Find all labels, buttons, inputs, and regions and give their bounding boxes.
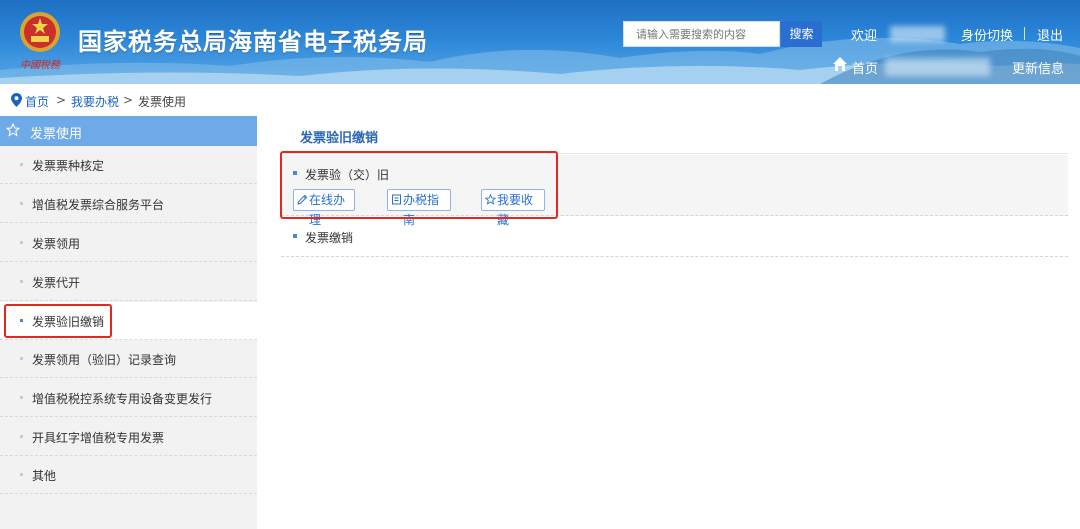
- sidebar-title: 发票使用: [30, 127, 83, 142]
- sidebar-item-label: 发票票种核定: [32, 159, 105, 173]
- sidebar-item-red-vat-invoice[interactable]: 开具红字增值税专用发票: [0, 418, 257, 456]
- breadcrumb-separator: >: [56, 93, 67, 107]
- sidebar-item-label: 发票代开: [32, 276, 81, 290]
- location-pin-icon: [11, 93, 22, 107]
- service-row-cancel[interactable]: [281, 216, 1068, 257]
- redacted-username: [890, 26, 945, 42]
- svg-text:中國稅務: 中國稅務: [20, 59, 62, 71]
- breadcrumb-home[interactable]: 首页: [25, 93, 49, 110]
- sidebar-item-vat-invoice-platform[interactable]: 增值税发票综合服务平台: [0, 185, 257, 223]
- sidebar-item-label: 增值税发票综合服务平台: [32, 198, 165, 212]
- site-title: 国家税务总局海南省电子税务局: [78, 28, 428, 56]
- redacted-company: [885, 58, 990, 76]
- welcome-text: 欢迎: [851, 29, 878, 44]
- switch-identity-link[interactable]: 身份切换: [961, 25, 1013, 44]
- breadcrumb-tax-handling[interactable]: 我要办税: [71, 93, 119, 110]
- sidebar-item-label: 发票领用: [32, 237, 81, 251]
- sidebar-item-tax-control-device-change[interactable]: 增值税税控系统专用设备变更发行: [0, 379, 257, 417]
- page-title: 发票验旧缴销: [300, 131, 379, 146]
- bullet: [20, 435, 23, 438]
- bullet: [293, 234, 297, 238]
- search-box[interactable]: [623, 21, 780, 47]
- service-label-cancel[interactable]: 发票缴销: [305, 229, 353, 246]
- highlight-box-sidebar: [4, 304, 112, 338]
- bullet: [20, 163, 23, 166]
- bullet: [20, 280, 23, 283]
- sidebar-item-invoice-issuing-on-behalf[interactable]: 发票代开: [0, 263, 257, 301]
- search-input[interactable]: [624, 22, 776, 46]
- sidebar-item-label: 发票领用（验旧）记录查询: [32, 353, 177, 367]
- sidebar-item-invoice-collection[interactable]: 发票领用: [0, 224, 257, 262]
- sidebar-item-invoice-type-approval[interactable]: 发票票种核定: [0, 146, 257, 184]
- sidebar-item-label: 其他: [32, 469, 57, 483]
- sidebar-item-label: 开具红字增值税专用发票: [32, 431, 165, 445]
- star-outline-icon: [6, 123, 20, 137]
- tax-emblem-logo[interactable]: 中國稅務: [14, 8, 66, 74]
- bullet: [20, 396, 23, 399]
- logout-link[interactable]: 退出: [1037, 25, 1063, 44]
- sidebar-item-other[interactable]: 其他: [0, 456, 257, 494]
- highlight-box-main: [280, 151, 558, 219]
- breadcrumb-current: 发票使用: [138, 95, 187, 109]
- header-divider: [1024, 27, 1025, 40]
- breadcrumb-separator: >: [123, 93, 134, 107]
- sidebar-item-label: 增值税税控系统专用设备变更发行: [32, 392, 213, 406]
- search-button[interactable]: 搜索: [781, 21, 822, 47]
- home-icon[interactable]: [832, 56, 848, 72]
- bullet: [20, 202, 23, 205]
- bullet: [20, 473, 23, 476]
- sidebar-item-collection-record-query[interactable]: 发票领用（验旧）记录查询: [0, 340, 257, 378]
- home-link[interactable]: 首页: [852, 58, 878, 77]
- site-header: 中國稅務 国家税务总局海南省电子税务局 搜索 欢迎 身份切换 退出 首页 更新信…: [0, 0, 1080, 84]
- bullet: [20, 241, 23, 244]
- update-info-link[interactable]: 更新信息: [1012, 58, 1064, 77]
- bullet: [20, 357, 23, 360]
